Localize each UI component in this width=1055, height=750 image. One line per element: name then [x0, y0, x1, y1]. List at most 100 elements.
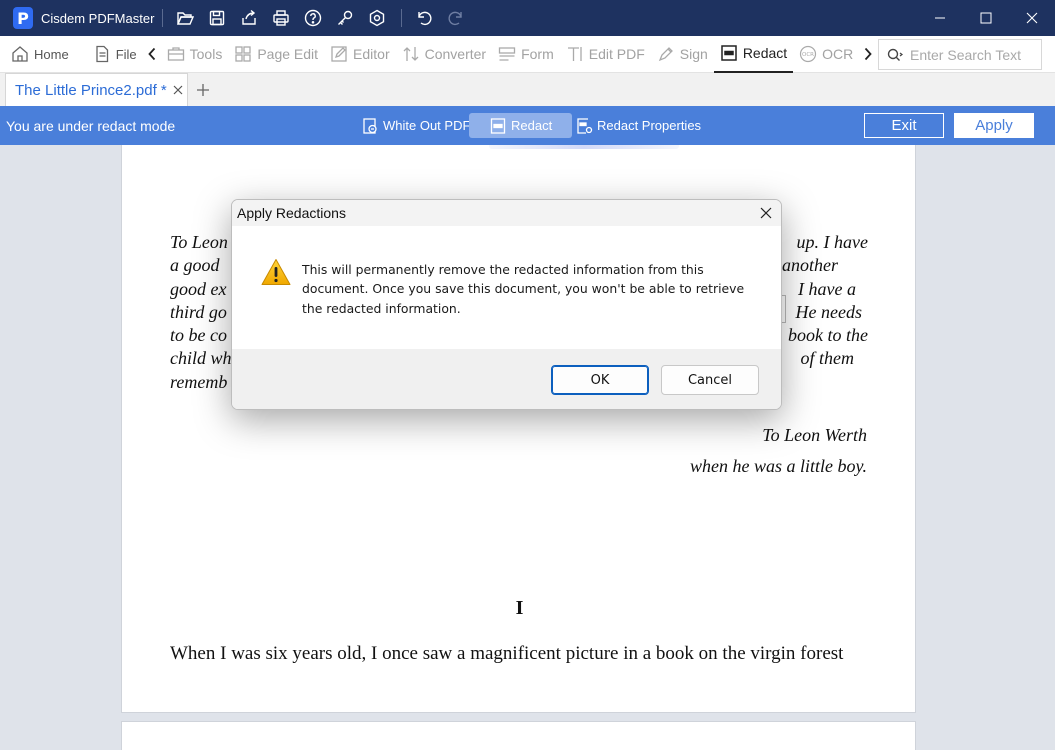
- search-icon: [887, 48, 903, 61]
- home-icon: [12, 46, 28, 62]
- dedication-right-3: I have a: [798, 278, 856, 299]
- undo-icon[interactable]: [408, 0, 440, 36]
- edit-pdf-button[interactable]: Edit PDF: [560, 36, 651, 73]
- redact-icon: [721, 45, 737, 61]
- ocr-icon: OCR: [800, 45, 817, 63]
- faint-mark: [489, 145, 679, 149]
- dedication-right-1: up. I have: [796, 232, 868, 252]
- settings-icon[interactable]: [361, 0, 393, 36]
- home-button[interactable]: Home: [0, 36, 75, 73]
- title-bar: P Cisdem PDFMaster: [0, 0, 1055, 36]
- page-edit-button[interactable]: Page Edit: [228, 36, 324, 73]
- white-out-label: White Out PDF: [383, 118, 471, 133]
- app-title: Cisdem PDFMaster: [41, 10, 155, 26]
- main-toolbar: Home File Tools Page Edit Editor Convert…: [0, 36, 1055, 73]
- tab-close-icon[interactable]: [172, 84, 184, 96]
- form-icon: [498, 47, 516, 61]
- redact-properties-button[interactable]: Redact Properties: [570, 113, 706, 138]
- dedication-right-4: He needs: [795, 301, 862, 322]
- dedication-line-3: good ex: [170, 278, 227, 299]
- title-separator-2: [401, 9, 403, 27]
- dedication-line-5: to be co: [170, 325, 227, 346]
- share-icon[interactable]: [233, 0, 265, 36]
- redact-properties-icon: [577, 117, 593, 134]
- white-out-pdf-button[interactable]: White Out PDF: [356, 113, 475, 138]
- tools-button[interactable]: Tools: [161, 36, 229, 73]
- redact-mode-text: You are under redact mode: [6, 118, 176, 134]
- file-label: File: [115, 46, 137, 62]
- search-input[interactable]: [910, 46, 1035, 63]
- chapter-heading: I: [515, 597, 524, 619]
- tools-label: Tools: [189, 46, 223, 62]
- document-tab-label: The Little Prince2.pdf *: [15, 81, 167, 99]
- redact-tool-button[interactable]: Redact: [469, 113, 573, 138]
- converter-button[interactable]: Converter: [396, 36, 492, 73]
- dialog-title-bar: Apply Redactions: [232, 200, 781, 226]
- dialog-close-icon[interactable]: [759, 206, 773, 220]
- dedication-right-5: book to the: [788, 325, 868, 346]
- chevron-left-icon[interactable]: [143, 36, 161, 73]
- cancel-button[interactable]: Cancel: [661, 365, 759, 395]
- form-button[interactable]: Form: [492, 36, 560, 73]
- help-icon[interactable]: [297, 0, 329, 36]
- file-button[interactable]: File: [87, 36, 143, 73]
- print-icon[interactable]: [265, 0, 297, 36]
- white-out-icon: [363, 117, 377, 134]
- save-icon[interactable]: [201, 0, 233, 36]
- text-edit-icon: [567, 47, 582, 61]
- dialog-body: This will permanently remove the redacte…: [232, 226, 781, 349]
- signature-line-1: To Leon Werth: [762, 425, 867, 445]
- sign-button[interactable]: Sign: [651, 36, 714, 73]
- signature-line-2: when he was a little boy.: [690, 456, 867, 476]
- dialog-message: This will permanently remove the redacte…: [302, 262, 745, 316]
- body-text-line: When I was six years old, I once saw a m…: [170, 643, 844, 664]
- editor-icon: [331, 46, 347, 62]
- redact-label: Redact: [742, 45, 788, 61]
- editor-button[interactable]: Editor: [324, 36, 396, 73]
- redact-button[interactable]: Redact: [713, 36, 794, 73]
- dedication-line-6: child wh: [170, 348, 232, 369]
- ok-button[interactable]: OK: [551, 365, 649, 395]
- ocr-label: OCR: [822, 46, 854, 62]
- key-icon[interactable]: [329, 0, 361, 36]
- warning-icon: [261, 259, 291, 285]
- converter-icon: [403, 47, 419, 61]
- svg-text:OCR: OCR: [802, 52, 814, 58]
- apply-redactions-dialog: Apply Redactions This will permanently r…: [231, 199, 782, 410]
- edit-pdf-label: Edit PDF: [588, 46, 645, 62]
- title-separator: [162, 9, 164, 27]
- redact-properties-label: Redact Properties: [597, 118, 702, 133]
- dedication-line-4: third go: [170, 301, 227, 322]
- maximize-icon[interactable]: [963, 0, 1009, 36]
- dedication-right-6: of them: [800, 348, 855, 369]
- folder-open-icon[interactable]: [169, 0, 201, 36]
- close-icon[interactable]: [1009, 0, 1055, 36]
- redact-mode-bar: You are under redact mode White Out PDF …: [0, 106, 1055, 145]
- ocr-button[interactable]: OCR OCR: [793, 36, 859, 73]
- exit-redact-button[interactable]: Exit: [864, 113, 944, 138]
- apply-redact-button[interactable]: Apply: [954, 113, 1034, 138]
- new-tab-button[interactable]: [188, 73, 218, 106]
- plus-icon: [197, 83, 209, 96]
- dialog-footer: OK Cancel: [232, 349, 781, 409]
- minimize-icon[interactable]: [917, 0, 963, 36]
- tab-bar: The Little Prince2.pdf *: [0, 73, 1055, 106]
- file-icon: [96, 45, 108, 63]
- converter-label: Converter: [424, 46, 487, 62]
- redact-box-icon: [490, 117, 506, 134]
- sign-label: Sign: [679, 46, 708, 62]
- editor-label: Editor: [353, 46, 390, 62]
- redaction-marker[interactable]: [782, 295, 786, 323]
- search-box[interactable]: [878, 39, 1042, 70]
- chevron-right-icon[interactable]: [859, 36, 877, 73]
- redo-icon[interactable]: [440, 0, 472, 36]
- dialog-title: Apply Redactions: [237, 205, 346, 221]
- pdf-next-page: [121, 721, 916, 750]
- dedication-right-2: another: [782, 255, 838, 276]
- form-label: Form: [521, 46, 554, 62]
- redact-tool-label: Redact: [511, 118, 553, 133]
- page-edit-label: Page Edit: [257, 46, 319, 62]
- sign-pen-icon: [658, 47, 673, 62]
- toolbox-icon: [167, 47, 184, 61]
- document-tab[interactable]: The Little Prince2.pdf *: [5, 73, 188, 106]
